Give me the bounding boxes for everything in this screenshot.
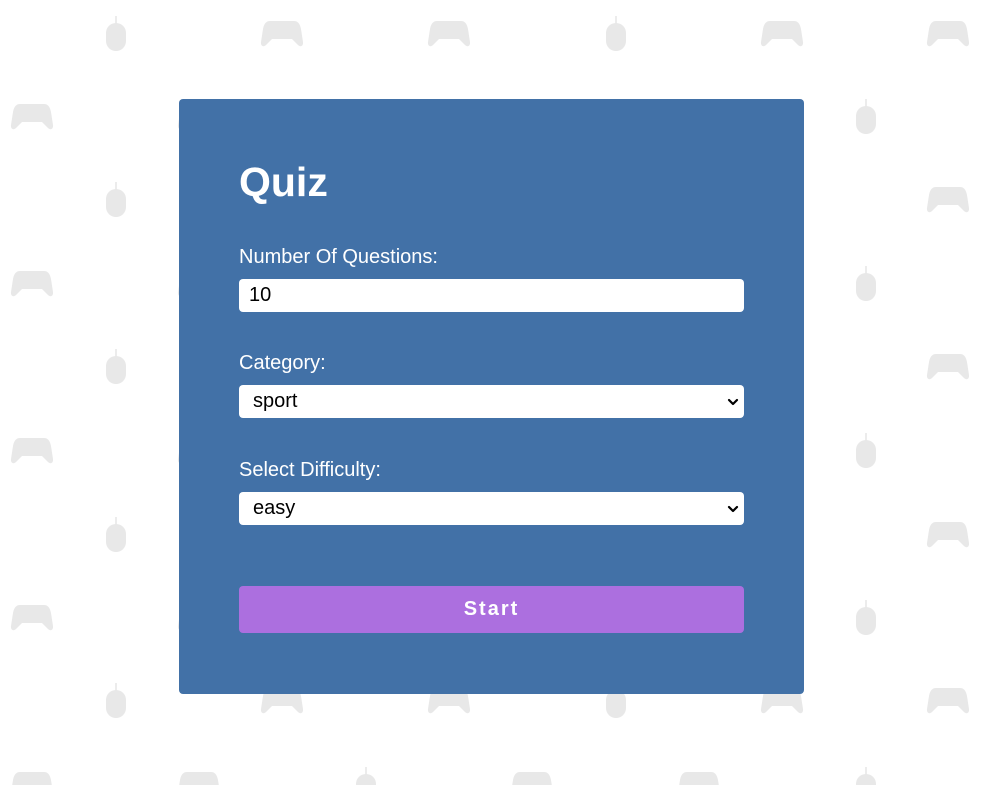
- difficulty-select[interactable]: easy: [239, 492, 744, 525]
- start-button[interactable]: Start: [239, 586, 744, 633]
- chevron-down-icon: [727, 398, 739, 406]
- category-selected-value: sport: [253, 390, 298, 412]
- number-of-questions-value: 10: [249, 284, 272, 306]
- number-of-questions-input[interactable]: 10: [239, 279, 744, 312]
- difficulty-selected-value: easy: [253, 497, 296, 519]
- quiz-card: Quiz Number Of Questions: 10 Category: s…: [179, 99, 804, 694]
- category-select[interactable]: sport: [239, 385, 744, 418]
- number-of-questions-label: Number Of Questions:: [239, 246, 438, 268]
- quiz-title: Quiz: [239, 159, 328, 205]
- difficulty-label: Select Difficulty:: [239, 459, 381, 481]
- chevron-down-icon: [727, 505, 739, 513]
- category-label: Category:: [239, 352, 326, 374]
